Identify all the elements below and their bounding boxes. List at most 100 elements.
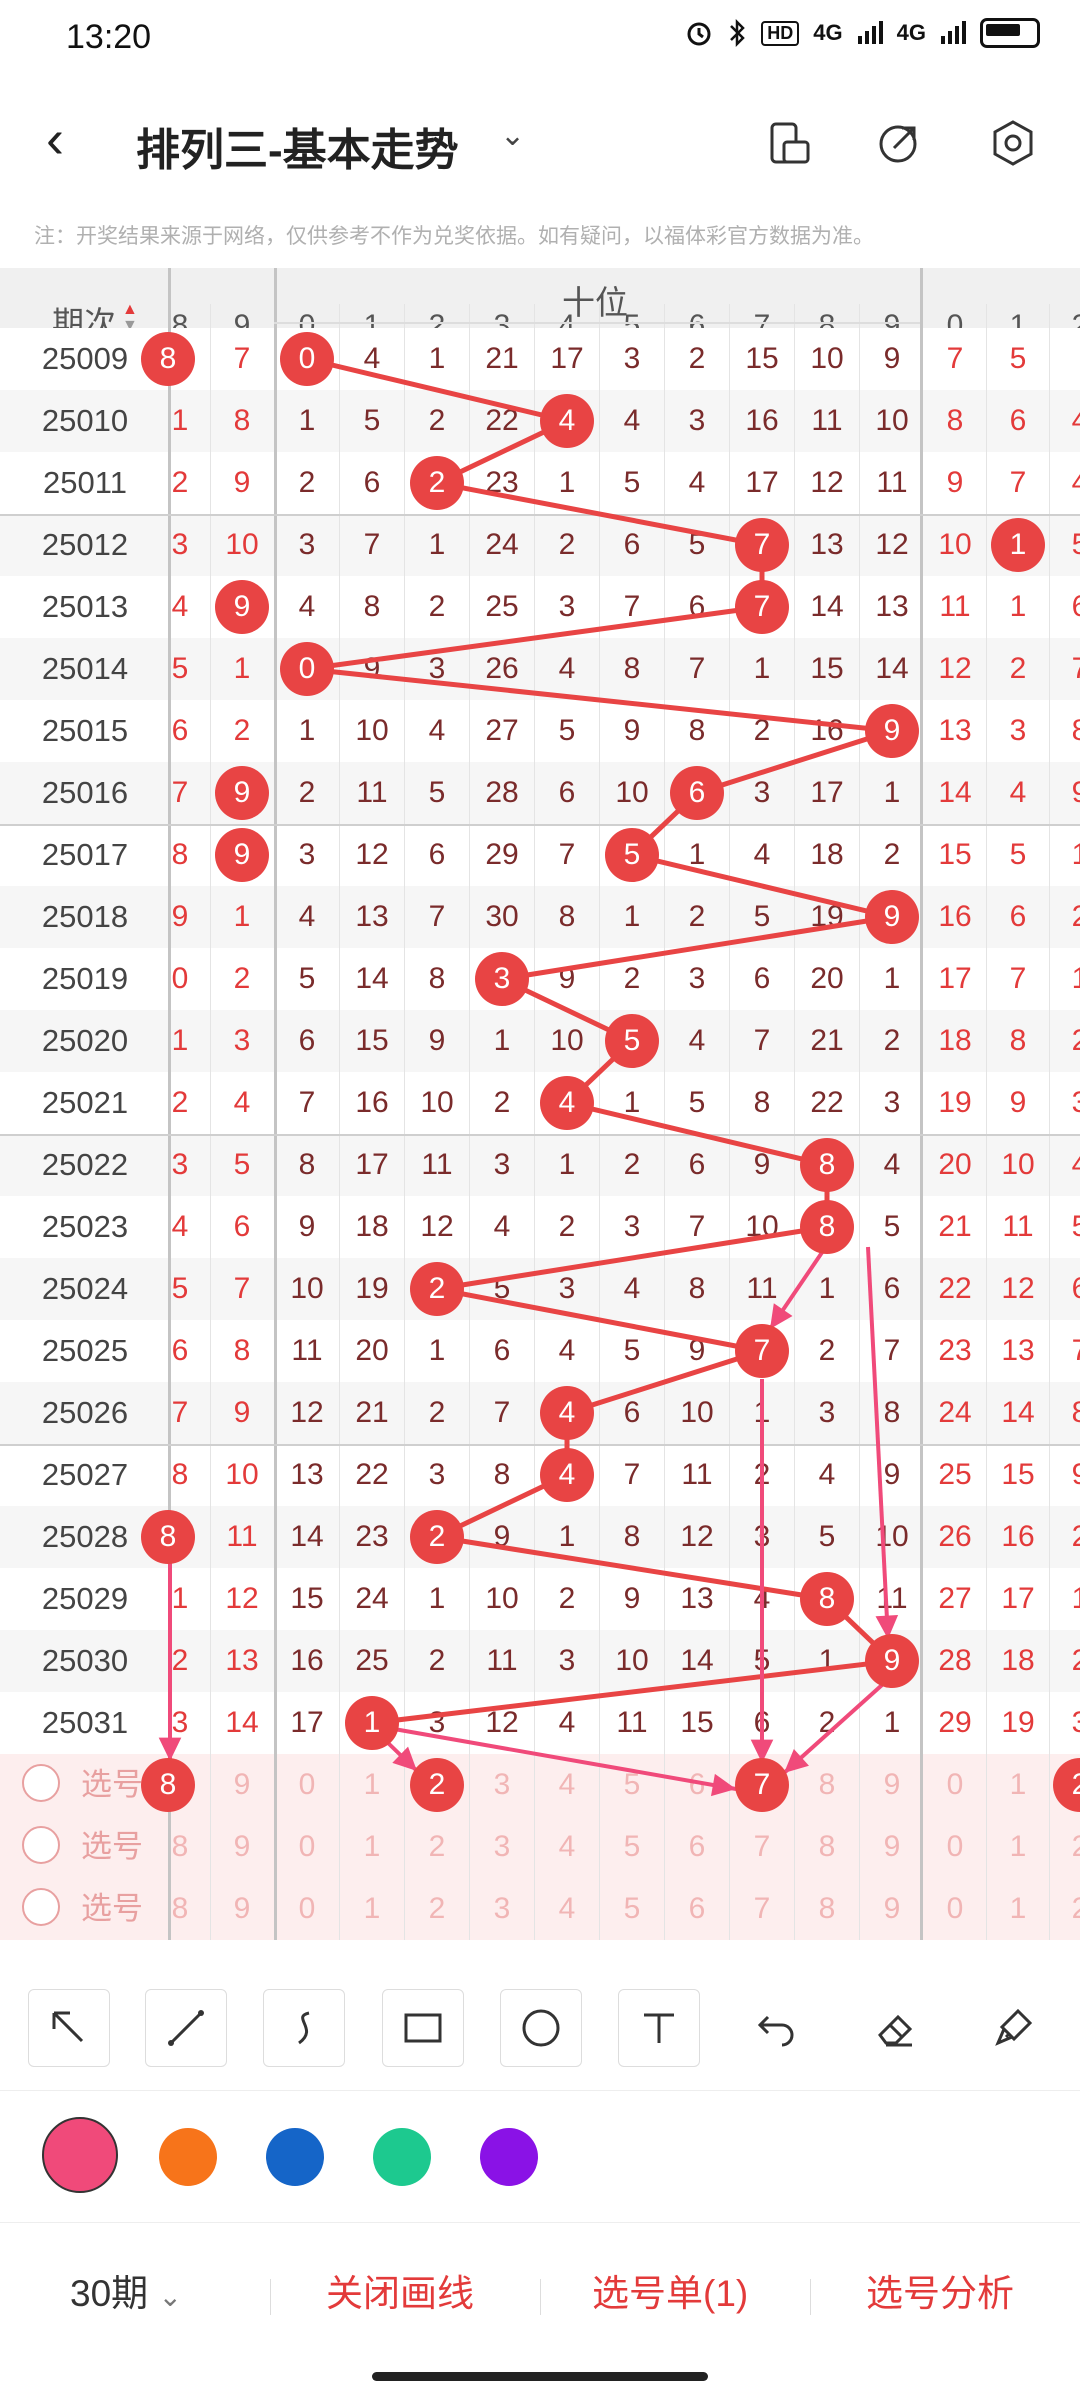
curve-tool-icon[interactable] (263, 1989, 345, 2067)
tens-digit-cell: 14 (355, 962, 389, 995)
tens-digit-cell: 6 (753, 962, 771, 995)
selected-ball-left: 8 (141, 1758, 195, 1812)
select-digit-cell: 9 (233, 1892, 251, 1925)
right-digit-cell: 3 (1009, 714, 1027, 747)
text-tool-icon[interactable] (618, 1989, 700, 2067)
tens-digit-cell: 8 (753, 1086, 771, 1119)
line-tool-icon[interactable] (145, 1989, 227, 2067)
tens-digit-cell: 28 (485, 776, 519, 809)
eraser-icon[interactable] (854, 1989, 936, 2067)
tens-digit-cell: 25 (355, 1644, 389, 1677)
select-digit-cell: 3 (493, 1892, 511, 1925)
period-selector[interactable]: 30期 ⌄ (70, 2263, 182, 2317)
selected-ball: 7 (735, 1758, 789, 1812)
tens-digit-cell: 5 (688, 1086, 706, 1119)
undo-icon[interactable] (736, 1989, 818, 2067)
tens-digit-cell: 5 (558, 714, 576, 747)
color-swatch-orange[interactable] (159, 2128, 217, 2186)
tens-digit-cell: 14 (680, 1644, 714, 1677)
tens-digit-cell: 16 (290, 1644, 324, 1677)
tens-digit-cell: 1 (818, 1644, 836, 1677)
left-digit-cell: 12 (225, 1582, 259, 1615)
tens-digit-cell: 7 (688, 652, 706, 685)
tens-digit-cell: 15 (810, 652, 844, 685)
period-label: 25021 (41, 1085, 129, 1120)
tens-digit-cell: 18 (810, 838, 844, 871)
tens-digit-cell: 12 (875, 528, 909, 561)
tens-digit-cell: 21 (810, 1024, 844, 1057)
tens-digit-cell: 1 (558, 1520, 576, 1553)
right-digit-cell: 14 (1001, 1396, 1035, 1429)
left-digit-cell: 1 (171, 1582, 189, 1615)
right-digit-cell: 13 (1001, 1334, 1035, 1367)
right-digit-cell: 4 (1048, 390, 1080, 452)
select-checkbox-icon[interactable] (22, 1764, 60, 1802)
page-title[interactable]: 排列三-基本走势 (136, 114, 459, 178)
period-label: 25013 (41, 589, 129, 624)
arrow-tool-icon[interactable] (28, 1989, 110, 2067)
chevron-down-icon[interactable]: ⌄ (500, 118, 525, 153)
tens-digit-cell: 21 (485, 342, 519, 375)
trend-chart[interactable]: 期次▲▼十位8901234567890122500987041211732151… (0, 268, 1080, 1958)
tens-digit-cell: 10 (875, 404, 909, 437)
right-digit-cell: 16 (1001, 1520, 1035, 1553)
close-lines-button[interactable]: 关闭画线 (326, 2263, 474, 2317)
tens-digit-cell: 1 (883, 1706, 901, 1739)
select-checkbox-icon[interactable] (22, 1826, 60, 1864)
tens-digit-cell: 2 (623, 962, 641, 995)
tens-digit-cell: 14 (875, 652, 909, 685)
left-digit-cell: 5 (233, 1148, 251, 1181)
right-digit-cell: 1 (1009, 590, 1027, 623)
tens-digit-cell: 18 (355, 1210, 389, 1243)
select-digit-cell: 0 (298, 1892, 316, 1925)
tens-digit-cell: 4 (298, 900, 316, 933)
hit-ball: 9 (865, 704, 919, 758)
right-digit-cell: 23 (938, 1334, 972, 1367)
right-digit-cell: 5 (1009, 838, 1027, 871)
select-digit-cell: 8 (818, 1892, 836, 1925)
tens-digit-cell: 17 (810, 776, 844, 809)
tens-digit-cell: 22 (355, 1458, 389, 1491)
right-digit-cell: 2 (1009, 652, 1027, 685)
tens-digit-cell: 2 (818, 1706, 836, 1739)
left-digit-cell: 7 (233, 1272, 251, 1305)
select-digit-cell: 2 (1048, 1816, 1080, 1878)
tens-digit-cell: 5 (623, 1334, 641, 1367)
select-digit-cell: 1 (363, 1830, 381, 1863)
color-swatch-purple[interactable] (480, 2128, 538, 2186)
tens-digit-cell: 8 (623, 1520, 641, 1553)
tens-digit-cell: 1 (623, 1086, 641, 1119)
tens-digit-cell: 19 (810, 900, 844, 933)
tens-digit-cell: 2 (883, 838, 901, 871)
share-icon[interactable] (872, 116, 926, 170)
clear-all-icon[interactable] (972, 1989, 1054, 2067)
tens-digit-cell: 22 (485, 404, 519, 437)
circle-tool-icon[interactable] (500, 1989, 582, 2067)
tens-digit-cell: 12 (485, 1706, 519, 1739)
tens-digit-cell: 9 (883, 1458, 901, 1491)
select-digit-cell: 5 (623, 1892, 641, 1925)
select-row-label[interactable]: 选号 (72, 1754, 152, 1816)
rect-tool-icon[interactable] (382, 1989, 464, 2067)
back-icon[interactable]: ‹ (46, 112, 64, 166)
color-swatch-pink[interactable] (42, 2117, 118, 2193)
left-digit-cell: 3 (171, 1706, 189, 1739)
right-digit-cell: 7 (1048, 638, 1080, 700)
selection-analysis-button[interactable]: 选号分析 (866, 2263, 1014, 2317)
select-checkbox-icon[interactable] (22, 1888, 60, 1926)
color-swatch-green[interactable] (373, 2128, 431, 2186)
tens-digit-cell: 10 (680, 1396, 714, 1429)
selection-list-button[interactable]: 选号单(1) (592, 2263, 748, 2317)
color-swatch-blue[interactable] (266, 2128, 324, 2186)
settings-icon[interactable] (986, 116, 1040, 170)
hit-ball: 8 (800, 1138, 854, 1192)
select-row-label[interactable]: 选号 (72, 1816, 152, 1878)
left-digit-cell: 8 (233, 404, 251, 437)
tens-digit-cell: 17 (745, 466, 779, 499)
right-digit-cell: 6 (1009, 900, 1027, 933)
tens-digit-cell: 15 (680, 1706, 714, 1739)
select-row-label[interactable]: 选号 (72, 1878, 152, 1940)
hit-ball: 7 (735, 580, 789, 634)
left-digit-cell: 1 (233, 900, 251, 933)
rotate-screen-icon[interactable] (762, 116, 816, 170)
